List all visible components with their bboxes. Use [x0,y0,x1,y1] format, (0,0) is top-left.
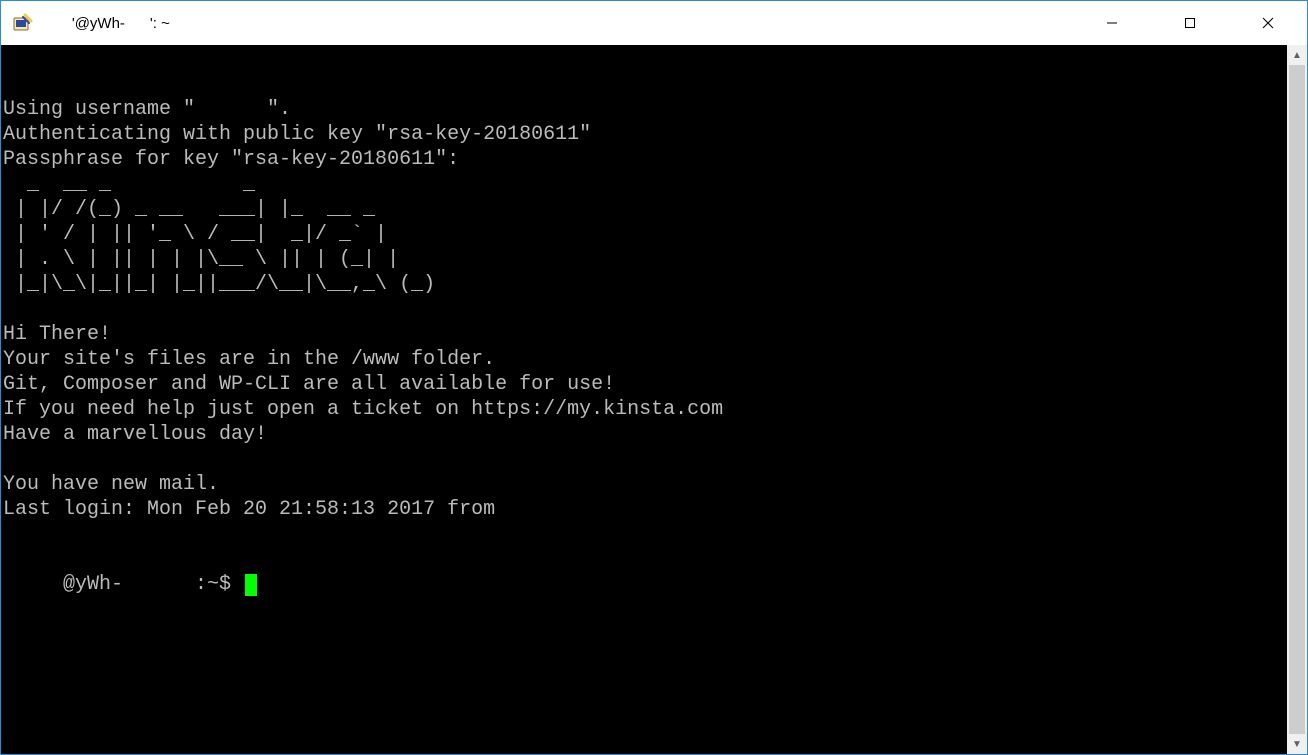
minimize-button[interactable] [1073,1,1151,45]
terminal-line: | |/ /(_) _ __ ___| |_ __ _ [3,197,1287,222]
terminal-line: Authenticating with public key "rsa-key-… [3,122,1287,147]
terminal-line: If you need help just open a ticket on h… [3,397,1287,422]
terminal-line [3,297,1287,322]
shell-prompt: @yWh- :~$ [3,572,243,597]
terminal-line [3,447,1287,472]
putty-icon [1,1,45,45]
close-button[interactable] [1229,1,1307,45]
scroll-down-button[interactable]: ▼ [1287,734,1307,754]
window-controls [1073,1,1307,45]
cursor [245,574,257,596]
terminal-output: Using username " ".Authenticating with p… [3,97,1287,522]
terminal-line: Have a marvellous day! [3,422,1287,447]
prompt-line[interactable]: @yWh- :~$ [3,572,1287,597]
client-area: Using username " ".Authenticating with p… [1,45,1307,754]
terminal-line: | ' / | || '_ \ / __| _|/ _` | [3,222,1287,247]
terminal-line: Last login: Mon Feb 20 21:58:13 2017 fro… [3,497,1287,522]
terminal-line: |_|\_\|_||_| |_||___/\__|\__,_\ (_) [3,272,1287,297]
application-window: '@yWh- ': ~ Using username " ".Authentic… [0,0,1308,755]
window-title: '@yWh- ': ~ [45,15,1073,32]
terminal-line: Hi There! [3,322,1287,347]
terminal-line: Git, Composer and WP-CLI are all availab… [3,372,1287,397]
maximize-button[interactable] [1151,1,1229,45]
scroll-up-button[interactable]: ▲ [1287,45,1307,65]
scroll-thumb[interactable] [1289,65,1305,734]
terminal-line: _ __ _ _ [3,172,1287,197]
terminal-line: You have new mail. [3,472,1287,497]
terminal-line: | . \ | || | | |\__ \ || | (_| | [3,247,1287,272]
titlebar[interactable]: '@yWh- ': ~ [1,1,1307,45]
terminal[interactable]: Using username " ".Authenticating with p… [1,45,1287,754]
terminal-line: Passphrase for key "rsa-key-20180611": [3,147,1287,172]
terminal-line: Using username " ". [3,97,1287,122]
terminal-line: Your site's files are in the /www folder… [3,347,1287,372]
vertical-scrollbar[interactable]: ▲ ▼ [1287,45,1307,754]
